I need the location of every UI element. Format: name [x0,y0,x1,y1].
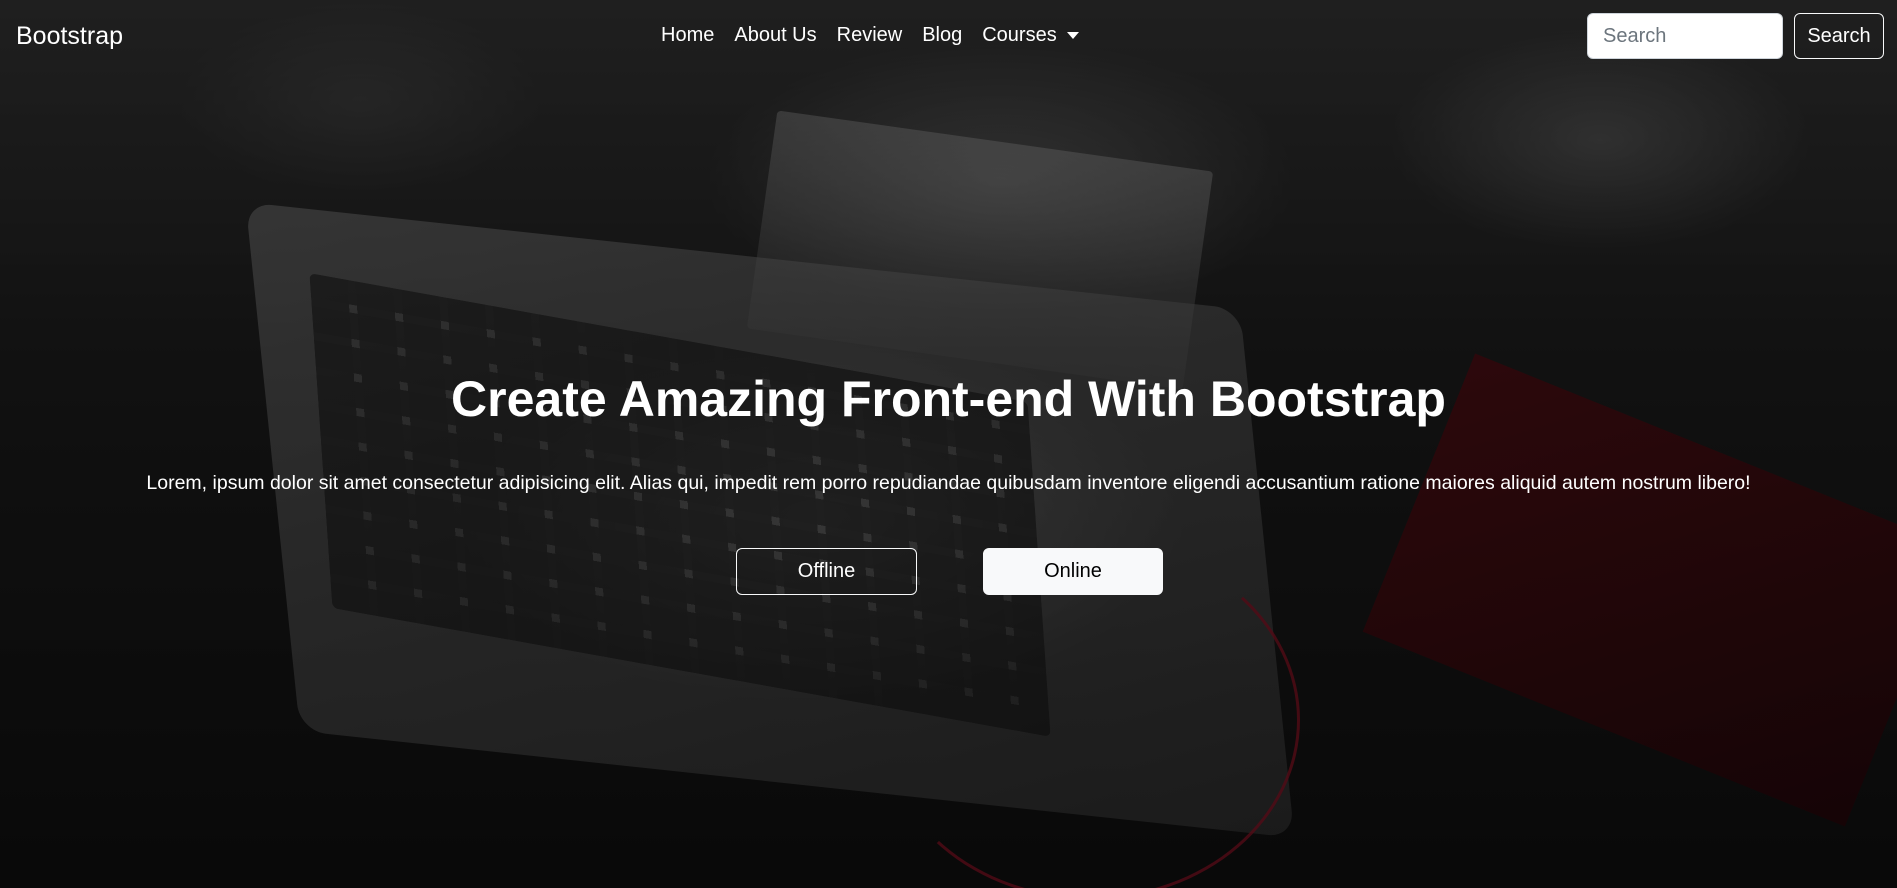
search-input[interactable] [1587,13,1783,59]
dark-overlay [0,0,1897,888]
hero-title: Create Amazing Front-end With Bootstrap [451,371,1446,427]
courses-label: Courses [982,24,1057,46]
hero-section: Bootstrap Home About Us Review Blog Cour… [0,0,1897,888]
caret-down-icon [1066,32,1079,39]
nav-link-home[interactable]: Home [651,24,724,47]
offline-button[interactable]: Offline [736,548,917,595]
navbar: Bootstrap Home About Us Review Blog Cour… [0,0,1897,74]
online-button[interactable]: Online [983,548,1163,595]
nav-link-review[interactable]: Review [827,24,913,47]
navbar-brand[interactable]: Bootstrap [16,22,123,51]
nav-links: Home About Us Review Blog Courses [651,24,1089,47]
hero-description: Lorem, ipsum dolor sit amet consectetur … [146,472,1751,494]
search-button[interactable]: Search [1794,13,1884,59]
nav-link-about-us[interactable]: About Us [724,24,826,47]
nav-link-blog[interactable]: Blog [912,24,972,47]
nav-dropdown-courses[interactable]: Courses [972,24,1088,47]
